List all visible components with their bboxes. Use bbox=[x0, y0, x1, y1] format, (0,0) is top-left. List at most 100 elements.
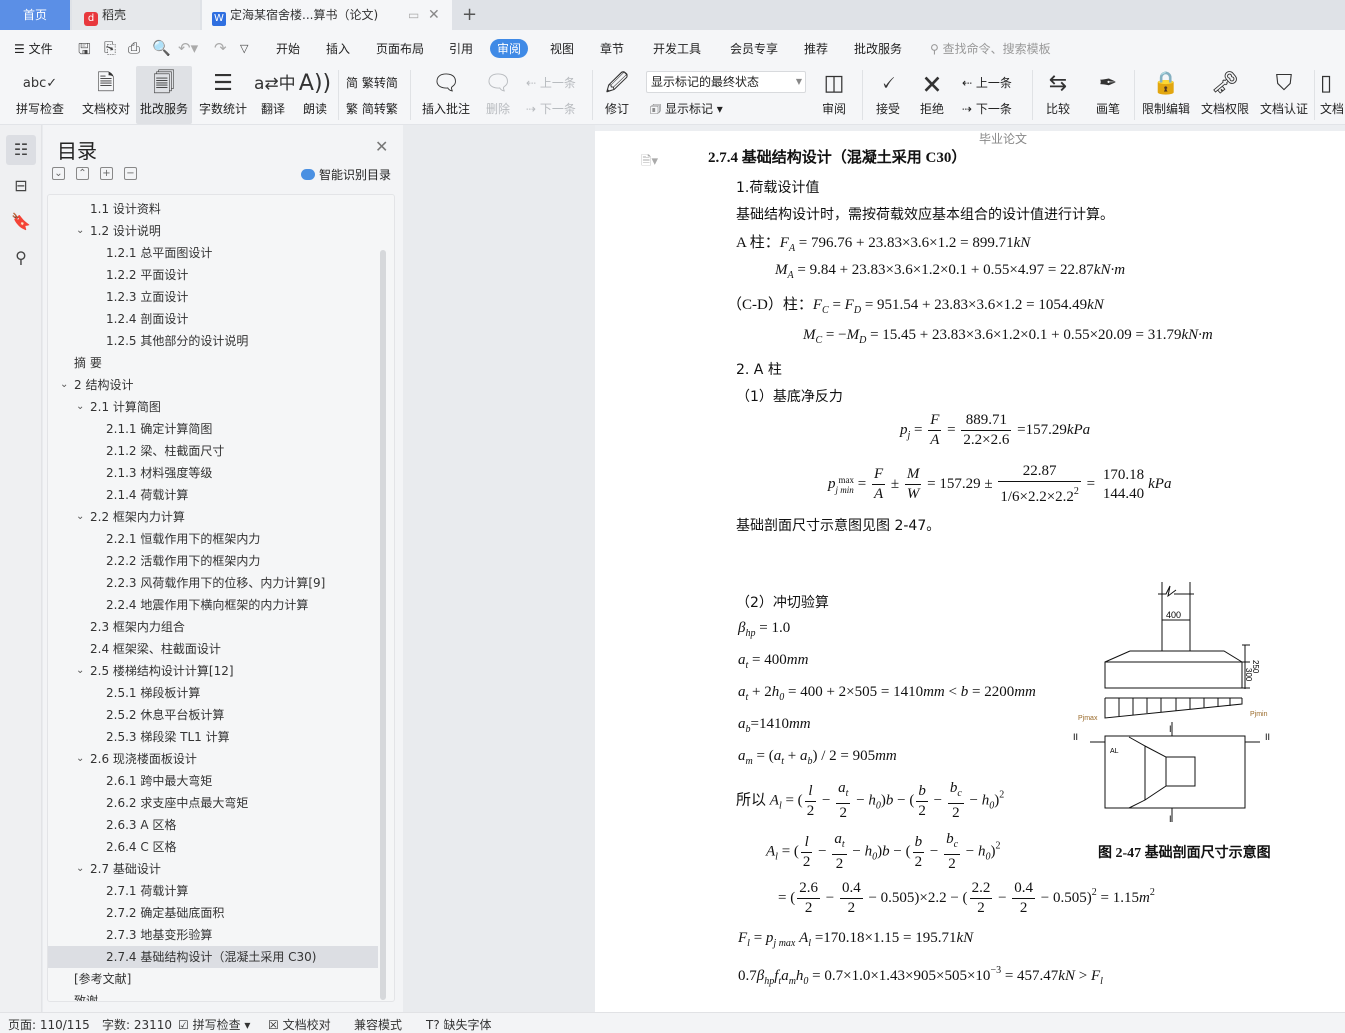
menu-tab-review[interactable]: 审阅 bbox=[490, 39, 529, 58]
next-change-button[interactable]: ⇢ 下一条 bbox=[962, 100, 1012, 117]
reject-button[interactable]: 🗙 拒绝 bbox=[912, 66, 952, 124]
word-count-status[interactable]: 字数: 23110 bbox=[102, 1016, 172, 1033]
prev-change-button[interactable]: ⇠ 上一条 bbox=[962, 74, 1012, 91]
toc-item[interactable]: 2.1.1 确定计算简图 bbox=[48, 418, 378, 440]
toc-item[interactable]: 2.1.3 材料强度等级 bbox=[48, 462, 378, 484]
chevron-down-icon[interactable]: ⌄ bbox=[76, 748, 84, 770]
toc-item[interactable]: ⌄ 2.5 楼梯结构设计计算[12] bbox=[48, 660, 378, 682]
print-icon[interactable]: ⎙ bbox=[128, 39, 140, 57]
toc-item[interactable]: ⌄ 2.2 框架内力计算 bbox=[48, 506, 378, 528]
word-count-button[interactable]: ☰ 字数统计 bbox=[196, 66, 250, 124]
toc-item[interactable]: 2.4 框架梁、柱截面设计 bbox=[48, 638, 378, 660]
expand-plus-icon[interactable]: + bbox=[100, 167, 113, 180]
tab-daoke[interactable]: d 稻壳 bbox=[72, 0, 200, 30]
menu-tab-reference[interactable]: 引用 bbox=[449, 40, 473, 57]
toc-item[interactable]: 2.6.1 跨中最大弯矩 bbox=[48, 770, 378, 792]
menu-tab-developer[interactable]: 开发工具 bbox=[653, 40, 701, 57]
read-aloud-button[interactable]: A)) 朗读 bbox=[298, 66, 332, 124]
smart-toc-button[interactable]: 智能识别目录 bbox=[301, 166, 391, 183]
menu-tab-recommend[interactable]: 推荐 bbox=[804, 40, 828, 57]
review-pane-button[interactable]: ◫ 审阅 bbox=[814, 66, 854, 124]
file-menu[interactable]: ☰ 文件 bbox=[14, 40, 53, 57]
toc-item[interactable]: 2.6.4 C 区格 bbox=[48, 836, 378, 858]
toc-item[interactable]: 2.2.4 地震作用下横向框架的内力计算 bbox=[48, 594, 378, 616]
print-preview-icon[interactable]: 🔍 bbox=[152, 39, 171, 57]
doc-permission-button[interactable]: 🗝 文档权限 bbox=[1199, 66, 1251, 124]
toc-item[interactable]: ⌄ 2 结构设计 bbox=[48, 374, 378, 396]
menu-tab-insert[interactable]: 插入 bbox=[326, 40, 350, 57]
spell-check-status[interactable]: ☑ 拼写检查 ▾ bbox=[178, 1016, 250, 1033]
toc-icon[interactable]: ☷ bbox=[6, 135, 36, 165]
toc-item[interactable]: 2.2.3 风荷载作用下的位移、内力计算[9] bbox=[48, 572, 378, 594]
toc-item[interactable]: 2.1.4 荷载计算 bbox=[48, 484, 378, 506]
missing-font-status[interactable]: T? 缺失字体 bbox=[426, 1016, 492, 1033]
save-icon[interactable]: 🖫 bbox=[78, 39, 91, 64]
toc-item[interactable]: 2.7.4 基础结构设计（混凝土采用 C30) bbox=[48, 946, 378, 968]
document-page[interactable]: 毕业论文 🗎▾ 2.7.4 基础结构设计（混凝土采用 C30） 1.荷载设计值 … bbox=[595, 125, 1345, 1012]
translate-button[interactable]: a⇄中 翻译 bbox=[254, 66, 296, 124]
next-comment-button[interactable]: ⇢ 下一条 bbox=[526, 100, 576, 117]
toc-item[interactable]: 1.2.2 平面设计 bbox=[48, 264, 378, 286]
chevron-down-icon[interactable]: ⌄ bbox=[60, 374, 68, 396]
toc-item[interactable]: 2.7.3 地基变形验算 bbox=[48, 924, 378, 946]
toc-item[interactable]: 1.2.1 总平面图设计 bbox=[48, 242, 378, 264]
toc-item[interactable]: 2.6.3 A 区格 bbox=[48, 814, 378, 836]
toc-item[interactable]: 2.5.2 休息平台板计算 bbox=[48, 704, 378, 726]
accept-button[interactable]: 🗸 接受 bbox=[868, 66, 908, 124]
chevron-down-icon[interactable]: ⌄ bbox=[76, 506, 84, 528]
menu-tab-section[interactable]: 章节 bbox=[600, 40, 624, 57]
menu-tab-start[interactable]: 开始 bbox=[276, 40, 300, 57]
menu-tab-view[interactable]: 视图 bbox=[550, 40, 574, 57]
spell-check-button[interactable]: abc✓ 拼写检查 bbox=[8, 66, 72, 124]
toc-item[interactable]: ⌄ 2.7 基础设计 bbox=[48, 858, 378, 880]
pin-icon[interactable]: ▭ bbox=[408, 0, 419, 30]
simp-to-trad-button[interactable]: 繁 简转繁 bbox=[346, 100, 398, 117]
toc-scrollbar[interactable] bbox=[380, 250, 386, 1000]
toc-item[interactable]: 1.2.5 其他部分的设计说明 bbox=[48, 330, 378, 352]
customize-chevron-icon[interactable]: ▽ bbox=[240, 42, 248, 55]
toc-item[interactable]: 1.2.3 立面设计 bbox=[48, 286, 378, 308]
command-search[interactable]: ⚲ 查找命令、搜索模板 bbox=[930, 40, 1051, 57]
page-indicator[interactable]: 页面: 110/115 bbox=[8, 1016, 90, 1033]
collapse-minus-icon[interactable]: − bbox=[124, 167, 137, 180]
tab-document[interactable]: W 定海某宿舍楼...算书（论文) ▭ ✕ bbox=[202, 0, 452, 30]
compare-button[interactable]: ⇆ 比较 bbox=[1038, 66, 1078, 124]
redo-icon[interactable]: ↷ bbox=[214, 39, 227, 57]
toc-item[interactable]: 2.6.2 求支座中点最大弯矩 bbox=[48, 792, 378, 814]
compat-mode-status[interactable]: 兼容模式 bbox=[354, 1016, 402, 1033]
chapter-nav-icon[interactable]: ⊟ bbox=[6, 171, 36, 201]
chevron-down-icon[interactable]: ⌄ bbox=[76, 396, 84, 418]
show-markup-button[interactable]: 🗊 显示标记 ▾ bbox=[650, 100, 723, 121]
pen-button[interactable]: ✒ 画笔 bbox=[1090, 66, 1126, 124]
doc-proofread-button[interactable]: 🗎 文档校对 bbox=[78, 66, 134, 124]
trad-to-simp-button[interactable]: 简 繁转简 bbox=[346, 74, 398, 91]
new-tab-button[interactable]: + bbox=[462, 0, 477, 30]
search-icon[interactable]: ⚲ bbox=[6, 243, 36, 273]
tab-home[interactable]: 首页 bbox=[0, 0, 70, 30]
correction-service-button[interactable]: 🗐 批改服务 bbox=[136, 66, 192, 124]
toc-item[interactable]: 2.3 框架内力组合 bbox=[48, 616, 378, 638]
toc-item[interactable]: 致谢 bbox=[48, 990, 378, 1001]
menu-tab-layout[interactable]: 页面布局 bbox=[376, 40, 424, 57]
doc-certify-button[interactable]: ⛉ 文档认证 bbox=[1258, 66, 1310, 124]
toc-item[interactable]: 2.1.2 梁、柱截面尺寸 bbox=[48, 440, 378, 462]
insert-comment-button[interactable]: 🗨 插入批注 bbox=[418, 66, 474, 124]
track-changes-button[interactable]: 🖉 修订 bbox=[598, 66, 636, 124]
proofread-status[interactable]: ☒ 文档校对 bbox=[268, 1016, 331, 1033]
toc-item[interactable]: 1.1 设计资料 bbox=[48, 198, 378, 220]
chevron-down-icon[interactable]: ⌄ bbox=[76, 660, 84, 682]
menu-tab-correction[interactable]: 批改服务 bbox=[854, 40, 902, 57]
toc-item[interactable]: 摘 要 bbox=[48, 352, 378, 374]
toc-item[interactable]: [参考文献] bbox=[48, 968, 378, 990]
doc-more-button[interactable]: ▯ 文档 bbox=[1320, 66, 1345, 124]
toc-item[interactable]: 2.5.1 梯段板计算 bbox=[48, 682, 378, 704]
prev-comment-button[interactable]: ⇠ 上一条 bbox=[526, 74, 576, 91]
chevron-down-icon[interactable]: ⌄ bbox=[76, 220, 84, 242]
restrict-edit-button[interactable]: 🔒 限制编辑 bbox=[1140, 66, 1192, 124]
undo-icon[interactable]: ↶▾ bbox=[178, 39, 198, 57]
delete-comment-button[interactable]: 🗨 删除 bbox=[478, 66, 518, 124]
menu-tab-member[interactable]: 会员专享 bbox=[730, 40, 778, 57]
toc-item[interactable]: 2.2.2 活载作用下的框架内力 bbox=[48, 550, 378, 572]
collapse-down-icon[interactable]: ⌄ bbox=[52, 167, 65, 180]
toc-item[interactable]: 1.2.4 剖面设计 bbox=[48, 308, 378, 330]
